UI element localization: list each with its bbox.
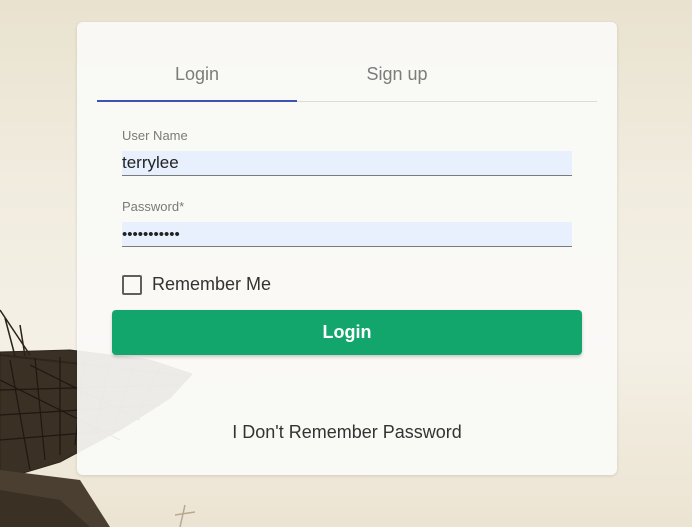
auth-tabs: Login Sign up — [97, 52, 597, 102]
password-field[interactable] — [122, 222, 572, 247]
tab-signup[interactable]: Sign up — [297, 52, 497, 101]
login-card: Login Sign up User Name Password* Rememb… — [77, 22, 617, 475]
remember-me[interactable]: Remember Me — [122, 274, 271, 295]
password-label: Password* — [122, 199, 185, 214]
login-button[interactable]: Login — [112, 310, 582, 355]
remember-me-checkbox[interactable] — [122, 274, 142, 295]
username-label: User Name — [122, 128, 188, 143]
tab-login[interactable]: Login — [97, 52, 297, 102]
username-field[interactable] — [122, 151, 572, 176]
remember-me-label: Remember Me — [152, 274, 272, 294]
forgot-password-link[interactable]: I Don't Remember Password — [77, 422, 617, 443]
